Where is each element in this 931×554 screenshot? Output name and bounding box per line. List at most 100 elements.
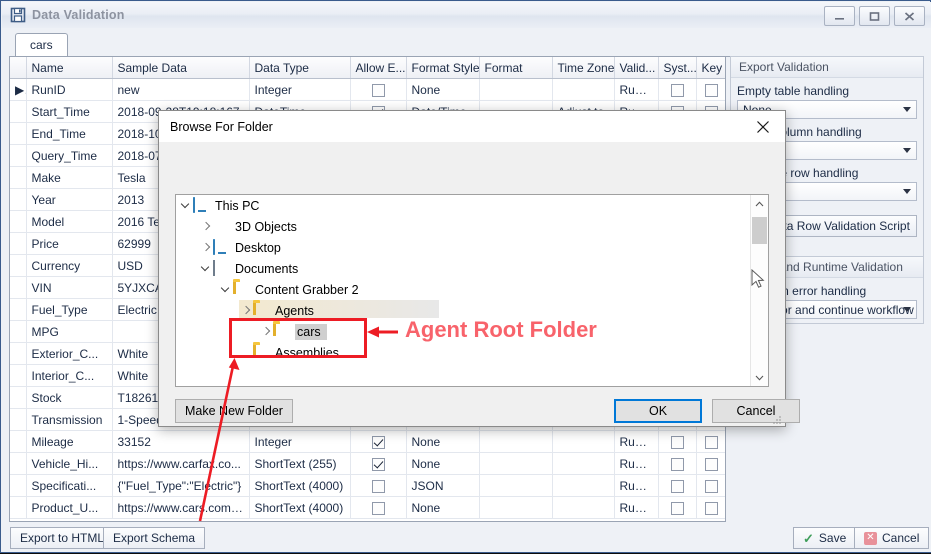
table-row[interactable]: Product_U... https://www.cars.com/... Shor… bbox=[10, 496, 725, 519]
cell-name[interactable]: VIN bbox=[26, 276, 113, 299]
tree-item-content-grabber-2[interactable]: Content Grabber 2 bbox=[176, 279, 768, 300]
cell-key[interactable] bbox=[696, 496, 725, 519]
cell-name[interactable]: Vehicle_Hi... bbox=[26, 452, 113, 475]
col-header-name[interactable]: Name bbox=[26, 57, 113, 79]
cell-format[interactable] bbox=[479, 430, 553, 453]
cell-key-checkbox[interactable] bbox=[704, 457, 718, 471]
chevron-right-icon[interactable] bbox=[240, 300, 253, 321]
col-header-timezone[interactable]: Time Zone bbox=[552, 57, 615, 79]
cell-system-checkbox[interactable] bbox=[670, 479, 684, 493]
cell-name[interactable]: RunID bbox=[26, 78, 113, 101]
cell-allow-empty-checkbox[interactable] bbox=[371, 83, 385, 97]
scroll-down-icon[interactable] bbox=[751, 369, 768, 386]
cell-validation[interactable]: Runt... bbox=[614, 430, 659, 453]
row-selector[interactable] bbox=[10, 320, 27, 343]
cell-name[interactable]: Exterior_C... bbox=[26, 342, 113, 365]
cell-system[interactable] bbox=[658, 496, 697, 519]
cell-format-style[interactable]: None bbox=[406, 496, 480, 519]
row-selector[interactable] bbox=[10, 100, 27, 123]
cell-validation[interactable]: Runt... bbox=[614, 452, 659, 475]
cell-allow-empty[interactable] bbox=[350, 430, 407, 453]
cell-name[interactable]: Stock bbox=[26, 386, 113, 409]
cell-name[interactable]: Make bbox=[26, 166, 113, 189]
cell-system-checkbox[interactable] bbox=[670, 435, 684, 449]
cell-name[interactable]: End_Time bbox=[26, 122, 113, 145]
row-selector[interactable] bbox=[10, 144, 27, 167]
tree-scrollbar[interactable] bbox=[750, 195, 768, 386]
row-selector[interactable] bbox=[10, 254, 27, 277]
cell-system-checkbox[interactable] bbox=[670, 457, 684, 471]
cell-system[interactable] bbox=[658, 78, 697, 101]
dialog-close-button[interactable] bbox=[740, 111, 785, 142]
cell-allow-empty-checkbox[interactable] bbox=[371, 457, 385, 471]
cell-allow-empty[interactable] bbox=[350, 452, 407, 475]
cell-key[interactable] bbox=[696, 452, 725, 475]
col-header-sample[interactable]: Sample Data bbox=[112, 57, 250, 79]
cell-key-checkbox[interactable] bbox=[704, 501, 718, 515]
cell-data-type[interactable]: ShortText (4000) bbox=[249, 474, 351, 497]
row-selector[interactable] bbox=[10, 430, 27, 453]
cell-time-zone[interactable] bbox=[552, 430, 615, 453]
chevron-down-icon[interactable] bbox=[180, 195, 193, 216]
row-selector[interactable] bbox=[10, 166, 27, 189]
row-selector[interactable] bbox=[10, 386, 27, 409]
cell-name[interactable]: Price bbox=[26, 232, 113, 255]
cell-system-checkbox[interactable] bbox=[670, 83, 684, 97]
cell-format[interactable] bbox=[479, 452, 553, 475]
cell-name[interactable]: Transmission bbox=[26, 408, 113, 431]
cell-sample-data[interactable]: https://www.cars.com/... bbox=[112, 496, 250, 519]
tab-cars[interactable]: cars bbox=[15, 33, 68, 57]
cancel-button[interactable]: ✕ Cancel bbox=[854, 527, 930, 549]
scroll-thumb[interactable] bbox=[752, 217, 767, 244]
cell-format-style[interactable]: None bbox=[406, 430, 480, 453]
tree-item-documents[interactable]: Documents bbox=[176, 258, 768, 279]
cell-sample-data[interactable]: 33152 bbox=[112, 430, 250, 453]
chevron-down-icon[interactable] bbox=[220, 279, 233, 300]
col-header-validation[interactable]: Valid... bbox=[614, 57, 659, 79]
col-header-datatype[interactable]: Data Type bbox=[249, 57, 351, 79]
cell-name[interactable]: Fuel_Type bbox=[26, 298, 113, 321]
cell-format-style[interactable]: JSON bbox=[406, 474, 480, 497]
chevron-right-icon[interactable] bbox=[260, 321, 273, 342]
chevron-right-icon[interactable] bbox=[200, 237, 213, 258]
cell-name[interactable]: Currency bbox=[26, 254, 113, 277]
cell-time-zone[interactable] bbox=[552, 474, 615, 497]
row-selector[interactable] bbox=[10, 232, 27, 255]
cell-system[interactable] bbox=[658, 430, 697, 453]
minimize-button[interactable] bbox=[824, 6, 855, 26]
cell-sample-data[interactable]: https://www.carfax.co... bbox=[112, 452, 250, 475]
col-header-allowempty[interactable]: Allow E... bbox=[350, 57, 407, 79]
cell-time-zone[interactable] bbox=[552, 496, 615, 519]
table-row[interactable]: Mileage 33152 Integer None Runt... bbox=[10, 430, 725, 453]
cell-validation[interactable]: Runt... bbox=[614, 496, 659, 519]
row-selector[interactable] bbox=[10, 452, 27, 475]
resize-grip[interactable] bbox=[772, 414, 782, 424]
cell-name[interactable]: MPG bbox=[26, 320, 113, 343]
cell-name[interactable]: Mileage bbox=[26, 430, 113, 453]
row-selector[interactable] bbox=[10, 342, 27, 365]
cell-sample-data[interactable]: new bbox=[112, 78, 250, 101]
cell-format[interactable] bbox=[479, 474, 553, 497]
cell-allow-empty[interactable] bbox=[350, 78, 407, 101]
cell-allow-empty-checkbox[interactable] bbox=[371, 435, 385, 449]
col-header-system[interactable]: Syst... bbox=[658, 57, 697, 79]
export-to-html-button[interactable]: Export to HTML bbox=[10, 527, 115, 549]
cell-key[interactable] bbox=[696, 430, 725, 453]
cell-key-checkbox[interactable] bbox=[704, 479, 718, 493]
scroll-up-icon[interactable] bbox=[751, 195, 768, 212]
dialog-ok-button[interactable]: OK bbox=[614, 399, 702, 423]
row-selector[interactable] bbox=[10, 188, 27, 211]
row-selector[interactable] bbox=[10, 364, 27, 387]
cell-validation[interactable]: Runt... bbox=[614, 78, 659, 101]
cell-data-type[interactable]: Integer bbox=[249, 78, 351, 101]
cell-time-zone[interactable] bbox=[552, 452, 615, 475]
cell-name[interactable]: Product_U... bbox=[26, 496, 113, 519]
cell-allow-empty-checkbox[interactable] bbox=[371, 501, 385, 515]
cell-format-style[interactable]: None bbox=[406, 78, 480, 101]
row-selector[interactable] bbox=[10, 496, 27, 519]
row-selector[interactable] bbox=[10, 210, 27, 233]
dialog-cancel-button[interactable]: Cancel bbox=[712, 399, 800, 423]
tree-item-3d-objects[interactable]: 3D Objects bbox=[176, 216, 768, 237]
col-header-key[interactable]: Key bbox=[696, 57, 725, 79]
col-header-format[interactable]: Format bbox=[479, 57, 553, 79]
